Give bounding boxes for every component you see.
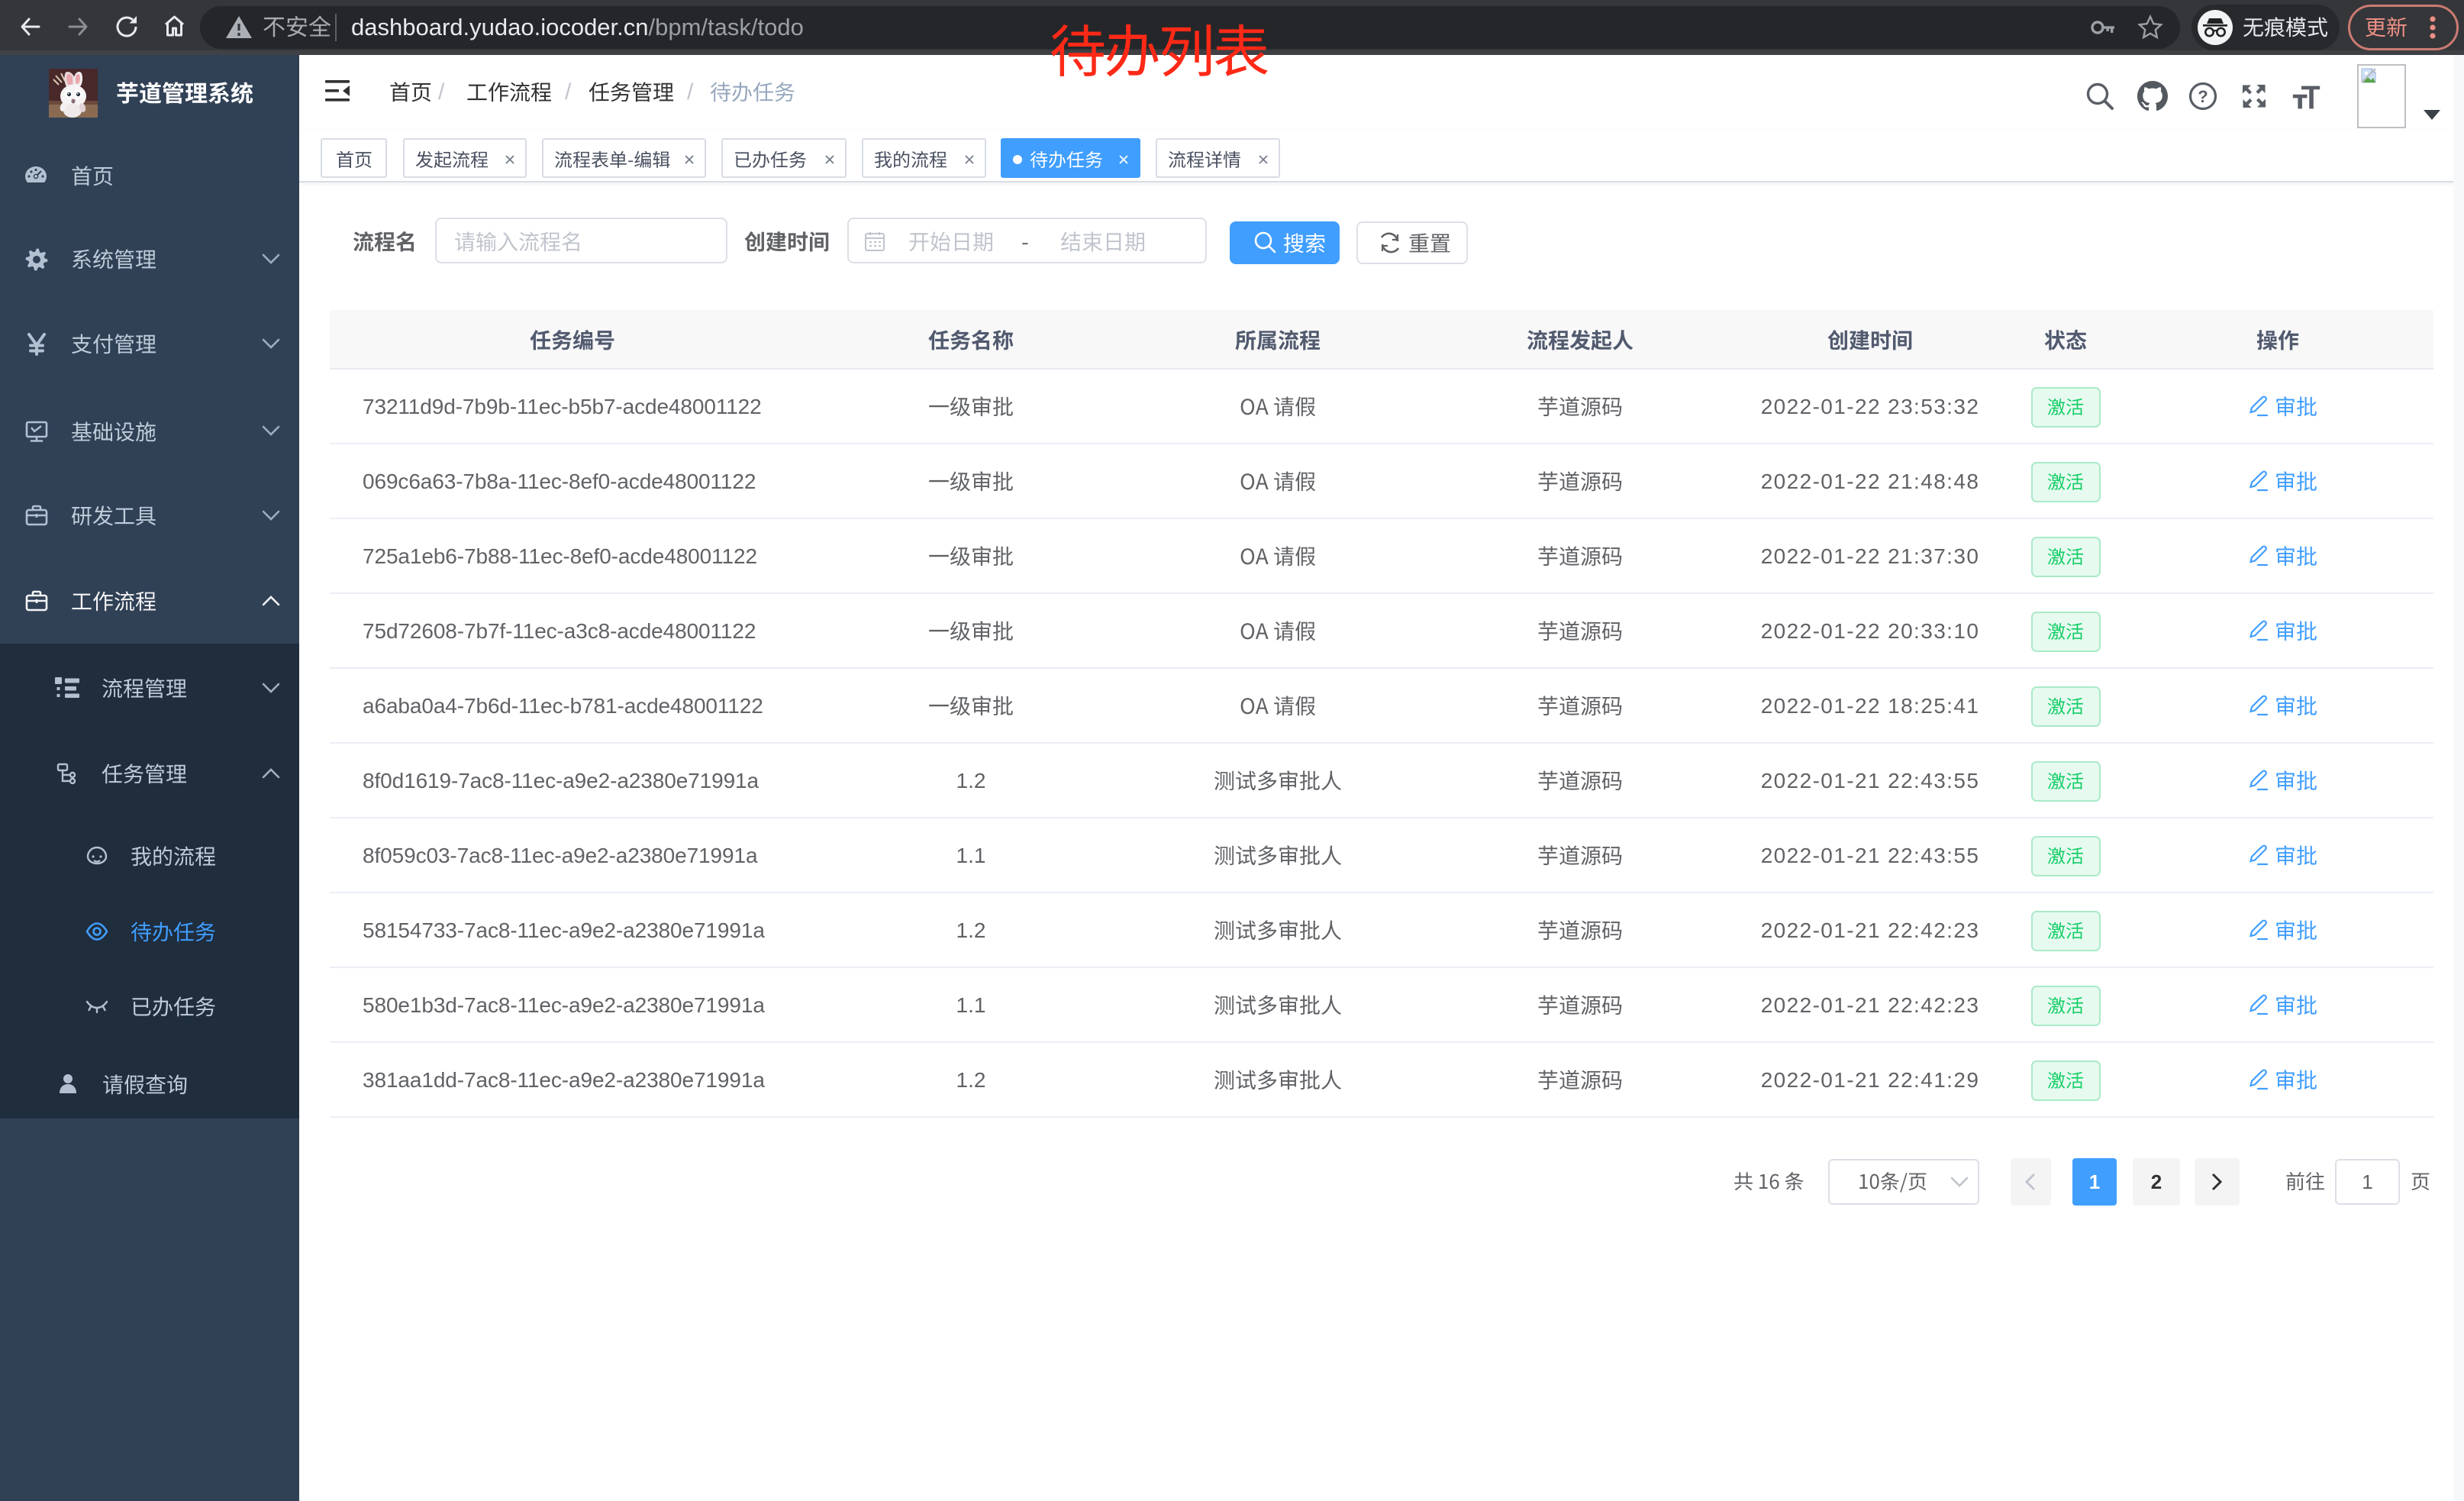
svg-text:?: ? bbox=[2198, 87, 2208, 106]
